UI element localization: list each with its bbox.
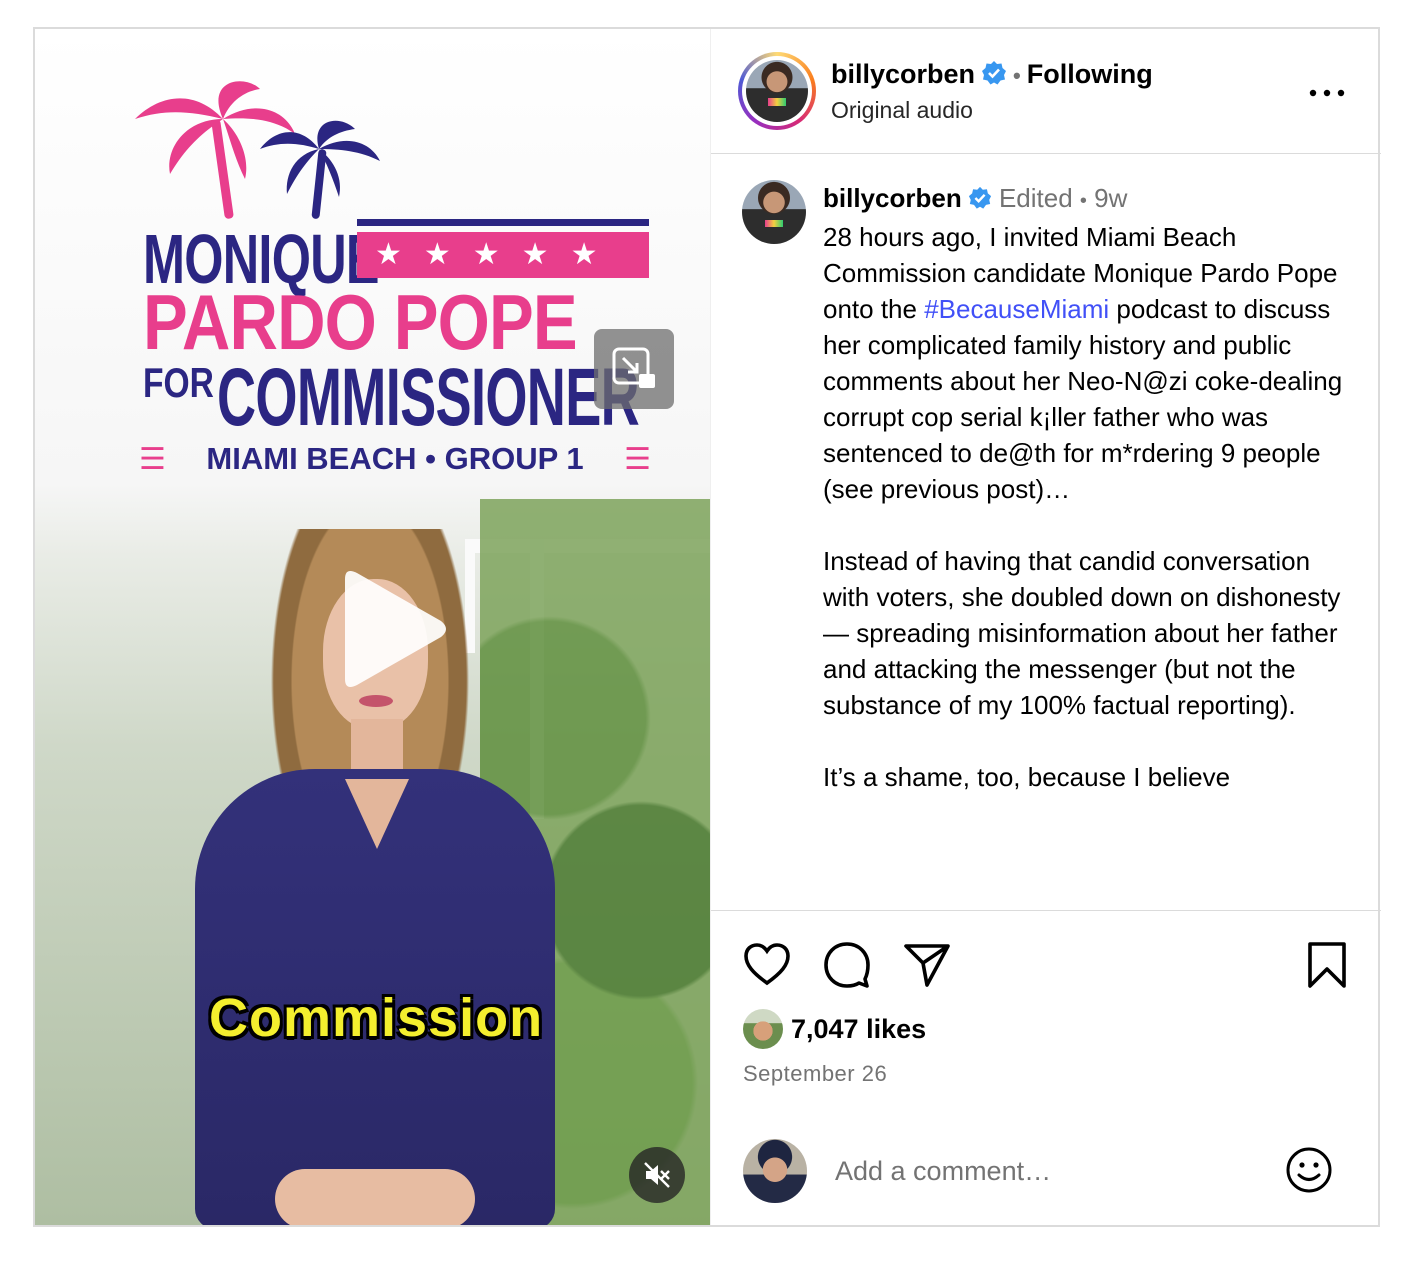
bookmark-icon — [1308, 942, 1346, 988]
reel-video[interactable]: MONIQUE ★★★★★ PARDO POPE FOR COMMISSIONE… — [35, 29, 710, 1225]
likes-row: 7,047 likes — [743, 1009, 926, 1049]
hashtag-link[interactable]: #BecauseMiami — [924, 294, 1109, 324]
like-button[interactable] — [743, 941, 791, 989]
more-horizontal-icon — [1309, 89, 1345, 97]
post-actions: 7,047 likes September 26 — [711, 910, 1381, 1226]
avatar — [746, 60, 808, 122]
verified-badge-icon — [968, 183, 992, 219]
paper-plane-icon — [904, 944, 950, 987]
heart-icon — [744, 943, 790, 986]
original-audio-link[interactable]: Original audio — [831, 97, 973, 124]
comment-icon — [824, 942, 870, 988]
header-username-row: billycorben • Following — [831, 59, 1153, 93]
edited-label: Edited — [998, 183, 1073, 213]
caption-para3: It’s a shame, too, because I believe — [823, 762, 1231, 792]
poster-miami-beach-group: ☰ MIAMI BEACH • GROUP 1 ☰ — [139, 441, 651, 477]
verified-badge-icon — [981, 60, 1007, 93]
smiley-icon — [1286, 1147, 1332, 1193]
post-header: billycorben • Following Original audio — [711, 29, 1381, 154]
caption-avatar[interactable] — [742, 180, 806, 244]
likes-count[interactable]: 7,047 likes — [791, 1014, 926, 1045]
caption-text: billycorben Edited • 9w 28 hours ago, I … — [823, 180, 1353, 831]
story-avatar[interactable] — [738, 52, 816, 130]
post-date[interactable]: September 26 — [743, 1061, 887, 1087]
liker-avatar[interactable] — [743, 1009, 783, 1049]
comment-input[interactable] — [833, 1150, 1267, 1192]
poster-for: FOR — [143, 359, 214, 406]
poster-star-bar: ★★★★★ — [357, 219, 649, 279]
poster-rule-left: ☰ — [139, 442, 166, 476]
header-separator: • — [1013, 63, 1021, 88]
video-caption-overlay: Commission — [209, 988, 544, 1048]
poster-rule-right: ☰ — [624, 442, 651, 476]
palm-trees-logo — [135, 81, 380, 219]
instagram-post: MONIQUE ★★★★★ PARDO POPE FOR COMMISSIONE… — [33, 27, 1381, 1227]
poster-stars: ★★★★★ — [357, 232, 649, 278]
caption-username[interactable]: billycorben — [823, 183, 962, 213]
share-button[interactable] — [903, 941, 951, 989]
caption-separator: • — [1079, 190, 1087, 212]
play-button[interactable] — [315, 559, 455, 699]
username-link[interactable]: billycorben — [831, 59, 975, 89]
picture-in-picture-icon — [612, 347, 655, 388]
speaker-muted-icon — [644, 1162, 670, 1188]
current-user-avatar — [743, 1139, 807, 1203]
save-button[interactable] — [1303, 941, 1351, 989]
post-age[interactable]: 9w — [1094, 183, 1127, 213]
mute-button[interactable] — [629, 1147, 685, 1203]
caption-para1-end: podcast to discuss her complicated famil… — [823, 294, 1343, 504]
add-comment-row — [711, 1136, 1381, 1226]
emoji-button[interactable] — [1285, 1146, 1333, 1194]
post-details-panel: billycorben • Following Original audio bil… — [710, 29, 1381, 1225]
comment-button[interactable] — [823, 941, 871, 989]
poster-district: MIAMI BEACH • GROUP 1 — [206, 441, 584, 476]
picture-in-picture-button[interactable] — [594, 329, 674, 409]
poster-commissioner: COMMISSIONER — [217, 352, 640, 443]
caption-para2: Instead of having that candid conversati… — [823, 546, 1341, 720]
following-button[interactable]: Following — [1027, 59, 1153, 89]
caption-scroll-area[interactable]: billycorben Edited • 9w 28 hours ago, I … — [711, 154, 1381, 909]
play-icon — [345, 571, 446, 687]
more-options-button[interactable] — [1307, 85, 1347, 101]
